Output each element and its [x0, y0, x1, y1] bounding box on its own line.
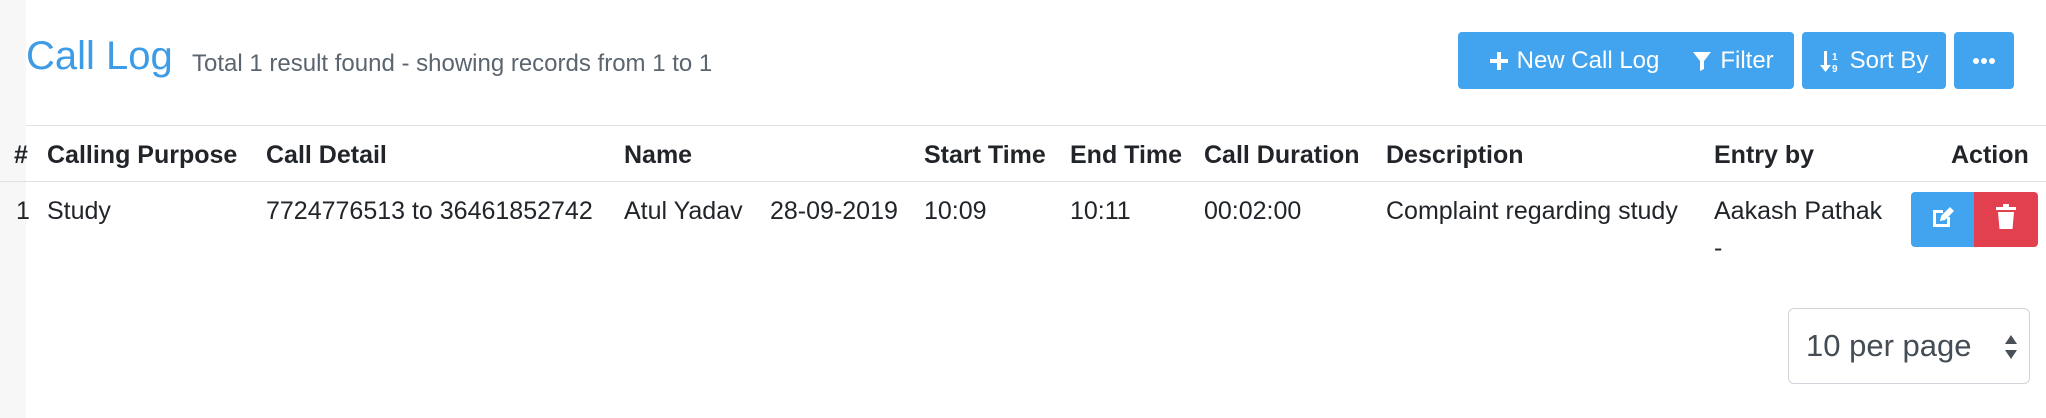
- column-header-call-detail: Call Detail: [266, 141, 387, 169]
- column-header-description: Description: [1386, 141, 1524, 169]
- row-entry-by: Aakash Pathak: [1714, 197, 1883, 225]
- filter-label: Filter: [1720, 46, 1774, 74]
- trash-icon: [1995, 204, 2017, 235]
- page-title: Call Log: [26, 34, 173, 78]
- delete-button[interactable]: [1974, 192, 2038, 247]
- row-date: 28-09-2019: [770, 197, 898, 225]
- plus-icon: [1489, 51, 1509, 71]
- edit-icon: [1930, 204, 1956, 235]
- new-call-log-button[interactable]: New Call Log: [1458, 32, 1690, 89]
- row-calling-purpose: Study: [47, 197, 111, 225]
- sort-by-label: Sort By: [1849, 46, 1929, 74]
- row-index: 1: [16, 197, 30, 225]
- row-description: Complaint regarding study: [1386, 197, 1678, 225]
- row-entry-by-extra: -: [1714, 234, 1723, 262]
- select-caret-icon: [2003, 331, 2019, 371]
- page-header: Call Log Total 1 result found - showing …: [26, 0, 2046, 126]
- column-header-action: Action: [1951, 141, 2029, 169]
- column-header-name: Name: [624, 141, 693, 169]
- row-start-time: 10:09: [924, 197, 987, 225]
- sort-icon: 1 9: [1819, 49, 1842, 73]
- svg-text:9: 9: [1832, 64, 1838, 73]
- column-header-start-time: Start Time: [924, 141, 1046, 169]
- table-header: # Calling Purpose Call Detail Name Start…: [0, 127, 2046, 182]
- filter-button[interactable]: Filter: [1672, 32, 1794, 89]
- row-call-detail: 7724776513 to 36461852742: [266, 197, 593, 225]
- sort-by-button[interactable]: 1 9 Sort By: [1802, 32, 1946, 89]
- column-header-entry-by: Entry by: [1714, 141, 1815, 169]
- column-header-call-duration: Call Duration: [1204, 141, 1360, 169]
- ellipsis-icon: [1973, 57, 1995, 64]
- column-header-calling-purpose: Calling Purpose: [47, 141, 238, 169]
- row-end-time: 10:11: [1070, 197, 1131, 225]
- edit-button[interactable]: [1911, 192, 1975, 247]
- result-summary: Total 1 result found - showing records f…: [192, 50, 713, 77]
- filter-icon: [1692, 50, 1712, 72]
- svg-text:1: 1: [1832, 52, 1838, 63]
- per-page-value: 10 per page: [1806, 328, 1972, 363]
- new-call-log-label: New Call Log: [1516, 46, 1660, 74]
- row-call-duration: 00:02:00: [1204, 197, 1302, 225]
- per-page-select[interactable]: 10 per page: [1788, 308, 2030, 384]
- column-header-index: #: [14, 141, 28, 169]
- row-name: Atul Yadav: [624, 197, 743, 225]
- column-header-end-time: End Time: [1070, 141, 1183, 169]
- more-options-button[interactable]: [1954, 32, 2014, 89]
